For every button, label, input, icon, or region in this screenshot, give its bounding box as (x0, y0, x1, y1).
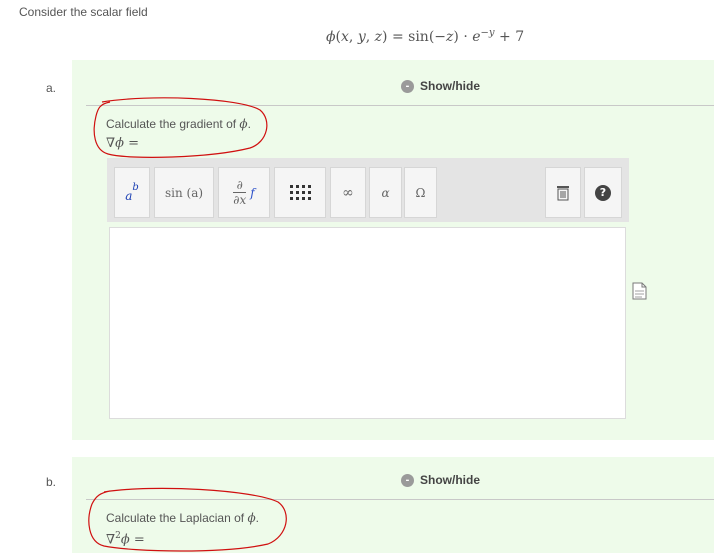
minus-circle-icon: - (401, 473, 414, 487)
formula-lhs: ϕ(x, y, z) = sin(−z) · e−y + 7 (326, 27, 525, 45)
derivative-num: ∂ (236, 177, 243, 192)
math-toolbar: ab sin (a) ∂ ∂x f ∞ α Ω ? (107, 158, 629, 222)
trash-icon (557, 185, 569, 200)
infinity-label: ∞ (342, 184, 354, 201)
part-a-lhs: ∇ϕ = (106, 136, 139, 151)
omega-label: Ω (415, 185, 426, 200)
part-b-divider (86, 499, 714, 500)
minus-circle-icon: - (401, 79, 414, 93)
answer-editor[interactable] (109, 227, 626, 419)
part-b-toggle[interactable]: - Show/hide (401, 473, 480, 487)
part-b-toggle-label: Show/hide (420, 473, 480, 487)
part-b-symbol: ϕ (247, 511, 256, 525)
help-icon: ? (595, 184, 611, 201)
superscript-base: a (125, 188, 133, 203)
part-b-letter: b. (46, 475, 57, 489)
part-b-panel (72, 457, 714, 553)
function-button[interactable]: sin (a) (154, 167, 214, 218)
part-a-toggle-label: Show/hide (420, 79, 480, 93)
intro-text: Consider the scalar field (19, 5, 148, 19)
part-b-lhs: ∇2ϕ = (106, 531, 145, 548)
document-icon[interactable] (632, 282, 648, 300)
part-b-prompt-text: Calculate the Laplacian of (106, 511, 248, 525)
field-formula: ϕ(x, y, z) = sin(−z) · e−y + 7 (326, 27, 524, 45)
part-a-prompt-text: Calculate the gradient of (106, 117, 240, 131)
derivative-fraction: ∂ ∂x (233, 177, 247, 207)
part-b-prompt-end: . (255, 511, 259, 525)
part-a-toggle[interactable]: - Show/hide (401, 79, 480, 93)
function-label: sin (a) (164, 185, 204, 200)
greek-lower-button[interactable]: α (369, 167, 402, 218)
greek-upper-button[interactable]: Ω (404, 167, 437, 218)
infinity-button[interactable]: ∞ (330, 167, 366, 218)
superscript-exp: b (132, 182, 139, 193)
part-a-prompt-end: . (247, 117, 251, 131)
matrix-button[interactable] (274, 167, 326, 218)
matrix-grid-icon (290, 184, 311, 200)
superscript-button[interactable]: ab (114, 167, 150, 218)
part-a-divider (86, 105, 714, 106)
derivative-f: f (250, 185, 255, 200)
derivative-button[interactable]: ∂ ∂x f (218, 167, 270, 218)
part-a-prompt: Calculate the gradient of ϕ. (106, 117, 251, 131)
derivative-den: ∂x (233, 191, 247, 207)
clear-button[interactable] (545, 167, 581, 218)
part-b-prompt: Calculate the Laplacian of ϕ. (106, 511, 259, 525)
part-a-symbol: ϕ (239, 117, 248, 131)
help-button[interactable]: ? (584, 167, 622, 218)
alpha-label: α (381, 185, 390, 200)
part-a-letter: a. (46, 81, 57, 95)
